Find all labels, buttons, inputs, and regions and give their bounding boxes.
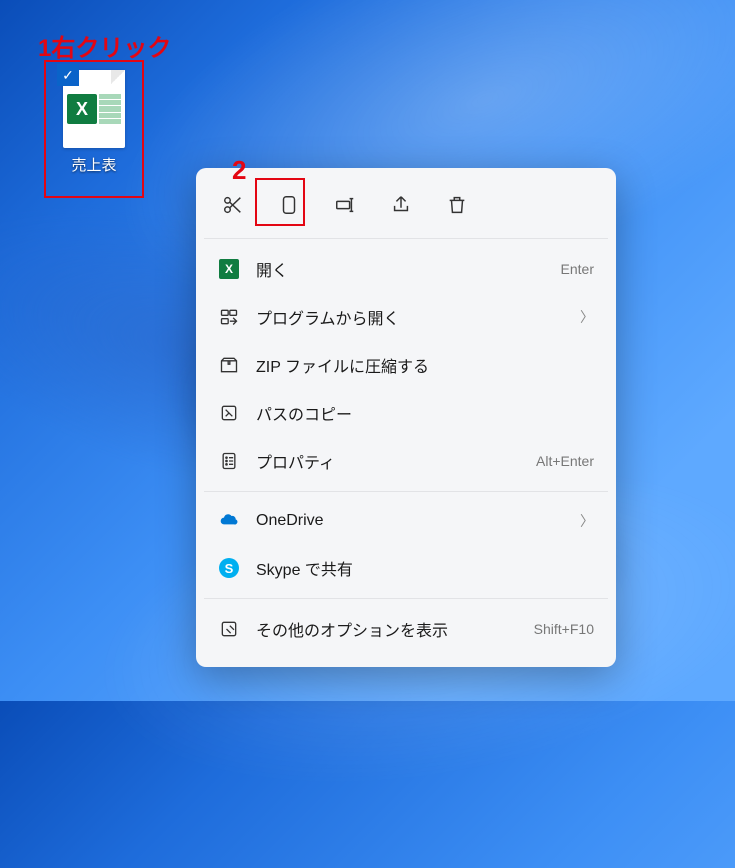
menu-label: プロパティ xyxy=(256,449,520,473)
open-with-icon xyxy=(218,306,240,328)
cut-button[interactable] xyxy=(214,186,252,224)
menu-properties[interactable]: プロパティ Alt+Enter xyxy=(204,437,608,485)
menu-show-more-options[interactable]: その他のオプションを表示 Shift+F10 xyxy=(204,605,608,653)
menu-shortcut: Enter xyxy=(561,261,594,277)
scissors-icon xyxy=(222,194,244,216)
onedrive-icon xyxy=(218,510,240,532)
excel-icon: X xyxy=(219,259,239,279)
annotation-1: 1右クリック xyxy=(38,28,171,63)
share-icon xyxy=(390,194,412,216)
chevron-right-icon: 〉 xyxy=(580,511,594,531)
skype-icon: S xyxy=(219,558,239,578)
menu-shortcut: Shift+F10 xyxy=(534,621,594,637)
menu-skype-share[interactable]: S Skype で共有 xyxy=(204,544,608,592)
menu-label: 開く xyxy=(256,257,545,281)
rename-icon xyxy=(334,194,356,216)
menu-label: その他のオプションを表示 xyxy=(256,617,518,641)
rename-button[interactable] xyxy=(326,186,364,224)
trash-icon xyxy=(446,194,468,216)
menu-open[interactable]: X 開く Enter xyxy=(204,245,608,293)
menu-label: OneDrive xyxy=(256,512,564,530)
context-menu: X 開く Enter プログラムから開く 〉 ZIP ファイルに圧縮する パスの… xyxy=(196,168,616,667)
more-options-icon xyxy=(218,618,240,640)
chevron-right-icon: 〉 xyxy=(580,307,594,327)
menu-compress-zip[interactable]: ZIP ファイルに圧縮する xyxy=(204,341,608,389)
annotation-2: 2 xyxy=(232,155,246,186)
delete-button[interactable] xyxy=(438,186,476,224)
menu-onedrive[interactable]: OneDrive 〉 xyxy=(204,498,608,544)
properties-icon xyxy=(218,450,240,472)
menu-copy-path[interactable]: パスのコピー xyxy=(204,389,608,437)
menu-label: プログラムから開く xyxy=(256,305,564,329)
menu-label: ZIP ファイルに圧縮する xyxy=(256,353,594,377)
menu-shortcut: Alt+Enter xyxy=(536,453,594,469)
annotation-box-2 xyxy=(255,178,305,226)
copy-path-icon xyxy=(218,402,240,424)
menu-label: パスのコピー xyxy=(256,401,594,425)
menu-open-with[interactable]: プログラムから開く 〉 xyxy=(204,293,608,341)
annotation-box-1 xyxy=(44,60,144,198)
menu-label: Skype で共有 xyxy=(256,556,594,580)
zip-icon xyxy=(218,354,240,376)
share-button[interactable] xyxy=(382,186,420,224)
